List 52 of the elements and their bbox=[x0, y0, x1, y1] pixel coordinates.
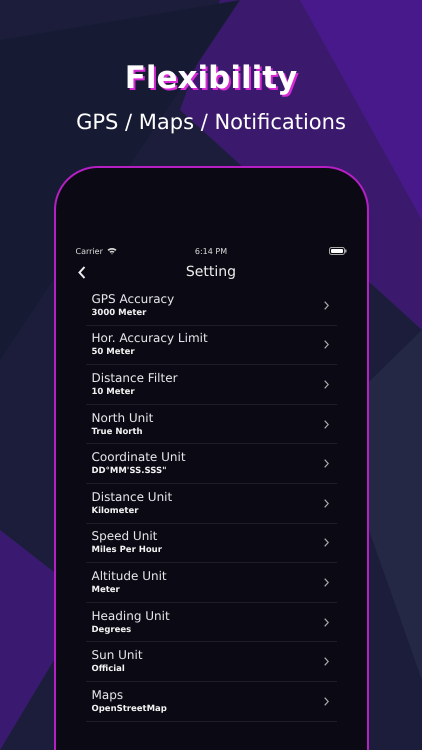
status-time: 6:14 PM bbox=[194, 246, 228, 256]
battery-icon bbox=[328, 247, 346, 255]
setting-value: Degrees bbox=[92, 624, 132, 637]
setting-title: Distance Unit bbox=[92, 488, 174, 505]
chevron-icon bbox=[324, 300, 328, 310]
setting-title: Maps bbox=[92, 686, 124, 703]
setting-title: Sun Unit bbox=[92, 647, 144, 664]
subheadline: GPS / Maps / Notifications bbox=[76, 109, 346, 136]
settings-row[interactable]: Hor. Accuracy Limit 50 Meter bbox=[86, 326, 336, 366]
setting-value: 50 Meter bbox=[92, 346, 136, 360]
setting-value: DD°MM'SS.SSS" bbox=[92, 465, 168, 478]
setting-value: True North bbox=[92, 426, 144, 439]
setting-title: GPS Accuracy bbox=[92, 290, 176, 307]
setting-value: Miles Per Hour bbox=[92, 544, 163, 558]
settings-row[interactable]: GPS Accuracy 3000 Meter bbox=[86, 286, 336, 326]
settings-row[interactable]: Coordinate Unit DD°MM'SS.SSS" bbox=[86, 444, 336, 484]
settings-row[interactable]: Maps OpenStreetMap bbox=[86, 682, 336, 722]
wifi-icon bbox=[106, 247, 117, 255]
settings-row[interactable]: Distance Filter 10 Meter bbox=[86, 365, 336, 405]
settings-row[interactable]: Heading Unit Degrees bbox=[86, 602, 336, 642]
setting-value: OpenStreetMap bbox=[92, 702, 168, 716]
settings-row[interactable]: Speed Unit Miles Per Hour bbox=[86, 524, 336, 564]
setting-title: Hor. Accuracy Limit bbox=[92, 330, 209, 346]
setting-title: Altitude Unit bbox=[92, 568, 168, 584]
setting-title: Heading Unit bbox=[92, 608, 171, 624]
setting-value: Kilometer bbox=[92, 504, 140, 518]
settings-row[interactable]: Distance Unit Kilometer bbox=[86, 484, 336, 524]
settings-row[interactable]: Altitude Unit Meter bbox=[86, 563, 336, 603]
chevron-icon bbox=[324, 420, 328, 429]
chevron-icon bbox=[324, 578, 328, 587]
setting-title: North Unit bbox=[92, 410, 154, 426]
chevron-icon bbox=[324, 498, 328, 508]
chevron-icon bbox=[324, 657, 328, 666]
nav-title: Setting bbox=[184, 264, 238, 280]
chevron-icon bbox=[324, 459, 328, 468]
chevron-icon bbox=[324, 618, 328, 627]
back-icon[interactable] bbox=[78, 266, 86, 278]
chevron-icon bbox=[324, 380, 328, 389]
headline: Flexibility bbox=[124, 59, 298, 98]
settings-row[interactable]: North Unit True North bbox=[86, 404, 336, 444]
chevron-icon bbox=[324, 696, 328, 706]
setting-title: Distance Filter bbox=[92, 370, 179, 386]
chevron-icon bbox=[324, 340, 328, 350]
setting-title: Coordinate Unit bbox=[92, 449, 187, 466]
setting-value: Meter bbox=[92, 584, 121, 597]
chevron-icon bbox=[324, 538, 328, 548]
setting-value: 10 Meter bbox=[92, 386, 136, 399]
setting-value: Official bbox=[92, 663, 126, 676]
setting-value: 3000 Meter bbox=[92, 306, 148, 320]
settings-row[interactable]: Sun Unit Official bbox=[86, 642, 336, 682]
setting-title: Speed Unit bbox=[92, 528, 158, 544]
carrier-label: Carrier bbox=[76, 246, 103, 256]
